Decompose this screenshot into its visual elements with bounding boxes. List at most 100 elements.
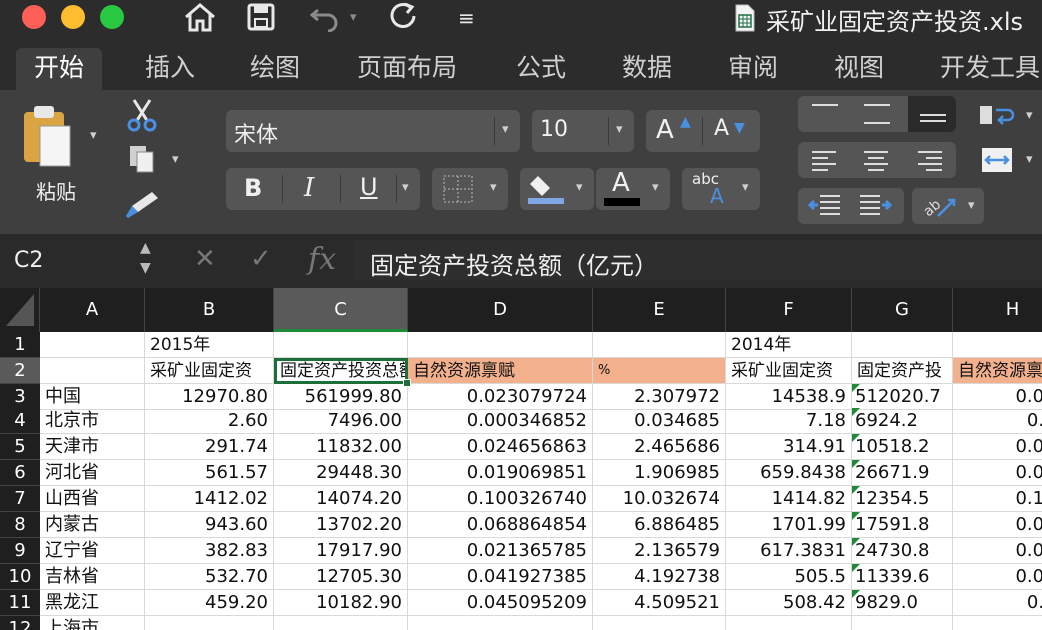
copy-icon[interactable] (128, 144, 156, 178)
tab-review[interactable]: 审阅 (710, 48, 796, 90)
row-header-10[interactable]: 10 (0, 564, 40, 590)
paste-chevron-down-icon[interactable]: ▾ (90, 128, 97, 143)
number-as-text-indicator-icon[interactable] (852, 486, 860, 494)
cell-b1[interactable]: 2015年 (145, 332, 274, 358)
row-header-5[interactable]: 5 (0, 434, 40, 460)
undo-icon[interactable] (308, 2, 342, 38)
cell-c9[interactable]: 17917.90 (274, 538, 408, 564)
cell-g12[interactable] (852, 616, 953, 630)
cell-e7[interactable]: 10.032674 (593, 486, 726, 512)
cell-d3[interactable]: 0.023079724 (408, 384, 593, 410)
cell-d5[interactable]: 0.024656863 (408, 434, 593, 460)
cell-b7[interactable]: 1412.02 (145, 486, 274, 512)
save-icon[interactable] (246, 2, 276, 38)
cell-e6[interactable]: 1.906985 (593, 460, 726, 486)
cell-g2[interactable]: 固定资产投 (852, 358, 953, 384)
font-color-button[interactable]: A ▾ (596, 168, 670, 210)
cell-h12[interactable] (953, 616, 1042, 630)
row-header-3[interactable]: 3 (0, 384, 40, 410)
align-center-icon[interactable] (862, 149, 890, 171)
cell-a10[interactable]: 吉林省 (40, 564, 145, 590)
cell-a1[interactable] (40, 332, 145, 358)
cell-f8[interactable]: 1701.99 (726, 512, 852, 538)
column-header-a[interactable]: A (40, 288, 145, 332)
cut-icon[interactable] (126, 98, 158, 136)
cell-a11[interactable]: 黑龙江 (40, 590, 145, 616)
row-header-8[interactable]: 8 (0, 512, 40, 538)
cell-e9[interactable]: 2.136579 (593, 538, 726, 564)
cell-e4[interactable]: 0.034685 (593, 408, 726, 434)
wrap-text-icon[interactable] (978, 102, 1016, 134)
cell-h2[interactable]: 自然资源禀 (953, 358, 1042, 384)
cell-b4[interactable]: 2.60 (145, 408, 274, 434)
align-bottom-button[interactable] (908, 96, 956, 132)
align-top-icon[interactable] (812, 104, 838, 118)
cell-e5[interactable]: 2.465686 (593, 434, 726, 460)
cell-f4[interactable]: 7.18 (726, 408, 852, 434)
cell-f5[interactable]: 314.91 (726, 434, 852, 460)
cell-c4[interactable]: 7496.00 (274, 408, 408, 434)
tab-home[interactable]: 开始 (16, 48, 103, 90)
cell-c10[interactable]: 12705.30 (274, 564, 408, 590)
cell-g10[interactable]: 11339.6 (852, 564, 953, 590)
number-as-text-indicator-icon[interactable] (852, 384, 860, 392)
row-header-11[interactable]: 11 (0, 590, 40, 616)
close-window-button[interactable] (22, 5, 46, 29)
cell-c11[interactable]: 10182.90 (274, 590, 408, 616)
confirm-entry-icon[interactable]: ✓ (250, 244, 272, 274)
tab-formulas[interactable]: 公式 (498, 48, 584, 90)
column-header-c[interactable]: C (274, 288, 408, 332)
cell-f6[interactable]: 659.8438 (726, 460, 852, 486)
cell-h1[interactable] (953, 332, 1042, 358)
row-header-12[interactable]: 12 (0, 616, 40, 630)
cell-h5[interactable]: 0.029 (953, 434, 1042, 460)
cell-f1[interactable]: 2014年 (726, 332, 852, 358)
cell-e2[interactable]: % (593, 358, 726, 384)
minimize-window-button[interactable] (61, 5, 85, 29)
cell-a8[interactable]: 内蒙古 (40, 512, 145, 538)
cell-c5[interactable]: 11832.00 (274, 434, 408, 460)
cell-g4[interactable]: 6924.2 (852, 408, 953, 434)
cell-g6[interactable]: 26671.9 (852, 460, 953, 486)
cell-a12[interactable]: 上海市 (40, 616, 145, 630)
cell-h8[interactable]: 0.096 (953, 512, 1042, 538)
cell-c7[interactable]: 14074.20 (274, 486, 408, 512)
grow-font-button[interactable]: A (656, 115, 674, 145)
cell-d4[interactable]: 0.000346852 (408, 408, 593, 434)
cell-g1[interactable] (852, 332, 953, 358)
wrap-text-chevron-down-icon[interactable]: ▾ (1026, 108, 1033, 123)
tab-draw[interactable]: 绘图 (232, 48, 318, 90)
font-size-select[interactable]: 10 ▾ (532, 110, 634, 152)
number-as-text-indicator-icon[interactable] (852, 408, 860, 416)
format-painter-icon[interactable] (124, 190, 160, 224)
cell-c6[interactable]: 29448.30 (274, 460, 408, 486)
tab-view[interactable]: 视图 (816, 48, 902, 90)
cell-c8[interactable]: 13702.20 (274, 512, 408, 538)
bold-button[interactable]: B (244, 174, 262, 202)
column-header-d[interactable]: D (408, 288, 593, 332)
underline-button[interactable]: U (360, 173, 378, 201)
insert-function-button[interactable]: fx (308, 242, 336, 277)
row-header-2[interactable]: 2 (0, 358, 40, 384)
cell-b2[interactable]: 采矿业固定资 (145, 358, 274, 384)
cell-e10[interactable]: 4.192738 (593, 564, 726, 590)
customize-toolbar-icon[interactable]: ≡ (458, 6, 475, 30)
cell-e3[interactable]: 2.307972 (593, 384, 726, 410)
orientation-button[interactable]: ab ▾ (912, 188, 984, 224)
cell-c1[interactable] (274, 332, 408, 358)
cell-h9[interactable]: 0.024 (953, 538, 1042, 564)
borders-button[interactable]: ▾ (432, 168, 508, 210)
cell-g7[interactable]: 12354.5 (852, 486, 953, 512)
underline-chevron-down-icon[interactable]: ▾ (402, 180, 409, 195)
fill-color-button[interactable]: ▾ (520, 168, 594, 210)
cell-g8[interactable]: 17591.8 (852, 512, 953, 538)
cell-c12[interactable] (274, 616, 408, 630)
cell-h3[interactable]: 0.028 (953, 384, 1042, 410)
cell-d8[interactable]: 0.068864854 (408, 512, 593, 538)
cell-d7[interactable]: 0.100326740 (408, 486, 593, 512)
cell-d11[interactable]: 0.045095209 (408, 590, 593, 616)
cell-h6[interactable]: 0.024 (953, 460, 1042, 486)
redo-icon[interactable] (388, 2, 420, 38)
cell-b11[interactable]: 459.20 (145, 590, 274, 616)
cell-d6[interactable]: 0.019069851 (408, 460, 593, 486)
